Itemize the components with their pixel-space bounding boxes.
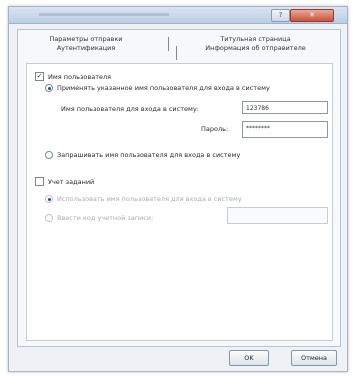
ok-button[interactable]: OK [229, 350, 269, 366]
prompt-name-label: Запрашивать имя пользователя для входа в… [57, 151, 241, 159]
username-checkbox-row[interactable]: ✓ Имя пользователя [35, 72, 111, 81]
login-name-label: Имя пользователя для входа в систему: [61, 105, 199, 113]
tab-send-parameters[interactable]: Параметры отправки [36, 35, 136, 44]
username-checkbox[interactable]: ✓ [35, 72, 44, 81]
job-accounting-row[interactable]: Учет заданий [35, 177, 94, 186]
printer-properties-window: ? ✕ Параметры отправки Аутентификация Ти… [8, 6, 348, 372]
account-code-label: Ввести код учетной записи: [57, 214, 154, 222]
use-login-name-label: Использовать имя пользователя для входа … [57, 195, 242, 203]
use-login-name-radio[interactable] [45, 195, 53, 203]
tab-authentication[interactable]: Аутентификация [36, 44, 136, 53]
settings-panel: Параметры отправки Аутентификация Титуль… [17, 29, 341, 347]
password-field[interactable]: ******** [242, 121, 328, 138]
account-code-row[interactable]: Ввести код учетной записи: [45, 214, 153, 222]
login-name-field[interactable]: 123786 [242, 101, 328, 114]
tab-divider [176, 46, 177, 60]
account-code-radio[interactable] [45, 214, 53, 222]
use-specified-name-radio[interactable] [45, 84, 53, 92]
tab-group-left: Параметры отправки Аутентификация [36, 35, 136, 53]
authentication-content: ✓ Имя пользователя Применять указанное и… [26, 63, 333, 341]
cancel-button[interactable]: Отмена [291, 350, 337, 366]
help-icon[interactable]: ? [271, 9, 290, 22]
tab-sender-info[interactable]: Информация об отправителе [188, 44, 323, 53]
prompt-name-radio[interactable] [45, 151, 53, 159]
tab-divider [168, 37, 169, 51]
tab-cover-page[interactable]: Титульная страница [188, 35, 323, 44]
tab-group-right: Титульная страница Информация об отправи… [188, 35, 323, 53]
use-login-name-row[interactable]: Использовать имя пользователя для входа … [45, 195, 242, 203]
job-accounting-checkbox[interactable] [35, 177, 44, 186]
window-title [39, 13, 169, 16]
job-accounting-label: Учет заданий [48, 177, 95, 186]
prompt-name-row[interactable]: Запрашивать имя пользователя для входа в… [45, 151, 240, 159]
username-checkbox-label: Имя пользователя [48, 72, 112, 81]
password-label: Пароль: [201, 125, 229, 133]
use-specified-name-row[interactable]: Применять указанное имя пользователя для… [45, 84, 270, 92]
close-icon[interactable]: ✕ [290, 9, 334, 22]
use-specified-name-label: Применять указанное имя пользователя для… [57, 84, 270, 92]
title-bar[interactable]: ? ✕ [9, 7, 347, 24]
account-code-field[interactable] [227, 207, 328, 224]
